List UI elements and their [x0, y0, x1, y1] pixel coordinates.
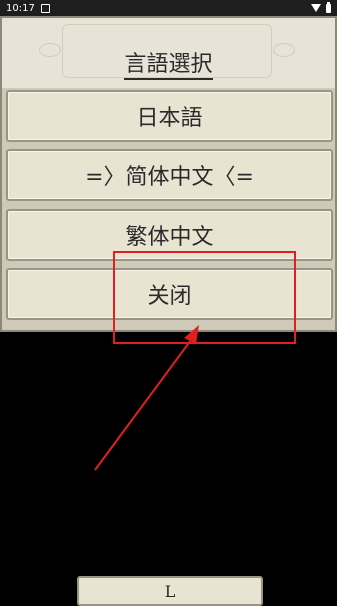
annotation-arrow [94, 325, 199, 471]
bottom-button[interactable]: L [77, 576, 263, 606]
bottom-button-label: L [164, 582, 176, 601]
